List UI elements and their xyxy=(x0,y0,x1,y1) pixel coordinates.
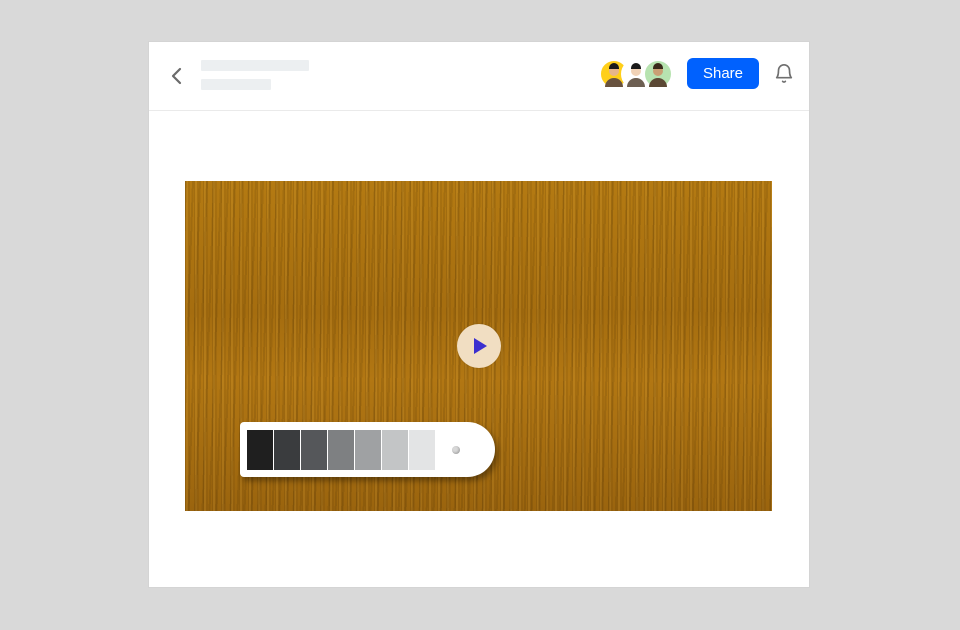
swatch-card-hole xyxy=(452,446,460,454)
swatch xyxy=(382,430,408,470)
play-button[interactable] xyxy=(457,324,501,368)
title-placeholder xyxy=(201,60,309,90)
swatch xyxy=(328,430,354,470)
swatch xyxy=(274,430,300,470)
swatch-card xyxy=(240,422,495,477)
header-bar: Share xyxy=(149,42,809,111)
bell-icon xyxy=(773,63,795,85)
back-button[interactable] xyxy=(165,64,189,88)
collaborator-avatars[interactable] xyxy=(599,59,673,89)
app-window: Share xyxy=(149,42,809,587)
swatch xyxy=(301,430,327,470)
swatch xyxy=(409,430,435,470)
share-button[interactable]: Share xyxy=(687,58,759,89)
video-preview[interactable] xyxy=(185,181,772,511)
avatar[interactable] xyxy=(643,59,673,89)
content-area xyxy=(149,111,809,588)
title-line-2 xyxy=(201,79,271,90)
swatch xyxy=(355,430,381,470)
chevron-left-icon xyxy=(165,64,189,88)
notifications-button[interactable] xyxy=(773,63,795,85)
title-line-1 xyxy=(201,60,309,71)
swatch xyxy=(247,430,273,470)
header-actions: Share xyxy=(599,58,795,89)
play-icon xyxy=(474,338,487,354)
